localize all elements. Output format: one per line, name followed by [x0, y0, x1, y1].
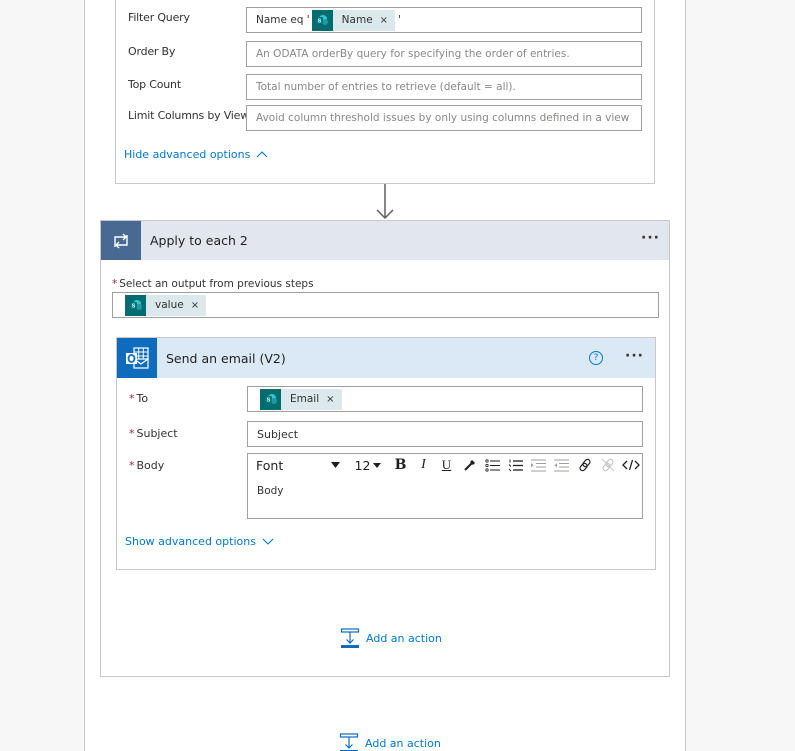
- font-size-dropdown[interactable]: 12: [348, 455, 388, 475]
- chevron-down-icon: [262, 538, 274, 545]
- decrease-indent-button[interactable]: [528, 455, 549, 475]
- filter-query-label: Filter Query: [128, 11, 190, 24]
- connector-arrow-icon: [376, 184, 394, 220]
- filter-query-input[interactable]: Name eq ' S Name × ': [246, 7, 642, 33]
- svg-text:S: S: [266, 398, 270, 404]
- editor-toolbar: Font 12 B I U: [248, 454, 642, 476]
- bullet-list-icon: [485, 458, 500, 472]
- get-items-card: Filter Query Name eq ' S Name × ' Order B…: [115, 0, 655, 184]
- code-view-button[interactable]: [620, 455, 641, 475]
- numbered-list-button[interactable]: [505, 455, 526, 475]
- select-output-text: Select an output from previous steps: [119, 278, 314, 290]
- help-icon[interactable]: ?: [589, 351, 603, 365]
- remove-token-icon[interactable]: ×: [191, 300, 199, 311]
- eyedropper-icon: [463, 459, 475, 471]
- required-mark: *: [112, 278, 118, 290]
- underline-button[interactable]: U: [436, 455, 457, 475]
- top-count-label: Top Count: [128, 78, 181, 91]
- outdent-icon: [554, 459, 569, 471]
- required-mark: *: [129, 459, 135, 472]
- apply-to-each-title: Apply to each 2: [150, 233, 248, 248]
- sharepoint-icon: S: [260, 388, 281, 410]
- limit-columns-dropdown[interactable]: Avoid column threshold issues by only us…: [246, 105, 642, 131]
- required-mark: *: [129, 392, 135, 405]
- bold-button[interactable]: B: [390, 455, 411, 475]
- order-by-input[interactable]: An ODATA orderBy query for specifying th…: [246, 41, 642, 67]
- remove-token-icon[interactable]: ×: [326, 394, 334, 405]
- limit-columns-placeholder: Avoid column threshold issues by only us…: [256, 112, 630, 124]
- email-token[interactable]: S Email ×: [260, 388, 342, 410]
- order-by-label: Order By: [128, 45, 176, 58]
- top-count-input[interactable]: Total number of entries to retrieve (def…: [246, 74, 642, 100]
- insert-link-button[interactable]: [574, 455, 595, 475]
- required-mark: *: [129, 427, 135, 440]
- email-token-label: Email: [290, 393, 320, 405]
- svg-text:S: S: [131, 304, 135, 310]
- subject-input[interactable]: Subject: [247, 421, 643, 447]
- add-action-outer-label: Add an action: [365, 736, 441, 750]
- body-rich-text-editor[interactable]: Font 12 B I U Body: [247, 453, 643, 519]
- numbered-list-icon: [508, 459, 523, 471]
- loop-icon: [101, 221, 141, 260]
- more-options-icon[interactable]: ···: [625, 348, 644, 364]
- apply-to-each-header[interactable]: Apply to each 2 ···: [101, 221, 669, 260]
- body-content[interactable]: Body: [248, 476, 642, 497]
- select-output-input[interactable]: S value ×: [112, 292, 659, 318]
- to-label: * To: [129, 392, 148, 405]
- outlook-icon: [117, 338, 157, 378]
- sharepoint-icon: S: [311, 9, 333, 31]
- name-token-label: Name: [341, 14, 373, 26]
- sharepoint-icon: S: [125, 294, 146, 316]
- add-action-icon: [340, 628, 360, 648]
- indent-icon: [531, 459, 546, 471]
- body-label-text: Body: [136, 459, 165, 472]
- to-input[interactable]: S Email ×: [247, 386, 643, 412]
- font-size-value: 12: [354, 457, 371, 473]
- filter-query-prefix: Name eq ': [256, 14, 310, 26]
- show-advanced-options-link[interactable]: Show advanced options: [125, 535, 274, 548]
- bulleted-list-button[interactable]: [482, 455, 503, 475]
- italic-button[interactable]: I: [413, 455, 434, 475]
- add-action-inner-label: Add an action: [366, 631, 442, 645]
- limit-columns-label: Limit Columns by View: [128, 109, 250, 122]
- remove-link-button[interactable]: [597, 455, 618, 475]
- apply-to-each-card: Apply to each 2 ··· * Select an output fr…: [100, 220, 670, 677]
- top-count-placeholder: Total number of entries to retrieve (def…: [256, 81, 516, 93]
- hide-advanced-options-label: Hide advanced options: [124, 148, 251, 161]
- show-advanced-options-label: Show advanced options: [125, 535, 256, 548]
- value-token-label: value: [155, 299, 184, 311]
- body-label: * Body: [129, 459, 164, 472]
- subject-value: Subject: [257, 427, 299, 441]
- more-options-icon[interactable]: ···: [641, 230, 660, 246]
- subject-label-text: Subject: [136, 427, 178, 440]
- name-token[interactable]: S Name ×: [311, 9, 396, 31]
- font-family-value: Font: [256, 457, 284, 473]
- remove-token-icon[interactable]: ×: [380, 15, 388, 26]
- font-family-dropdown[interactable]: Font: [250, 455, 346, 475]
- caret-down-icon: [331, 462, 340, 468]
- unlink-icon: [601, 458, 614, 472]
- font-color-button[interactable]: [459, 455, 480, 475]
- caret-down-icon: [373, 462, 382, 468]
- subject-label: * Subject: [129, 427, 178, 440]
- order-by-placeholder: An ODATA orderBy query for specifying th…: [256, 48, 570, 60]
- code-icon: [621, 459, 640, 471]
- send-email-card: Send an email (V2) ? ··· * To S Email × * S…: [116, 337, 656, 570]
- svg-text:S: S: [318, 19, 322, 25]
- hide-advanced-options-link[interactable]: Hide advanced options: [124, 148, 268, 161]
- value-token[interactable]: S value ×: [125, 294, 207, 316]
- add-action-inner-button[interactable]: Add an action: [340, 628, 442, 648]
- chevron-up-icon: [256, 151, 268, 158]
- add-action-icon: [339, 733, 359, 751]
- filter-query-suffix: ': [398, 14, 401, 26]
- to-label-text: To: [136, 392, 149, 405]
- send-email-title: Send an email (V2): [166, 350, 286, 366]
- add-action-outer-button[interactable]: Add an action: [339, 733, 441, 751]
- increase-indent-button[interactable]: [551, 455, 572, 475]
- select-output-label: * Select an output from previous steps: [112, 278, 314, 290]
- send-email-header[interactable]: Send an email (V2) ? ···: [117, 338, 655, 378]
- link-icon: [578, 458, 591, 472]
